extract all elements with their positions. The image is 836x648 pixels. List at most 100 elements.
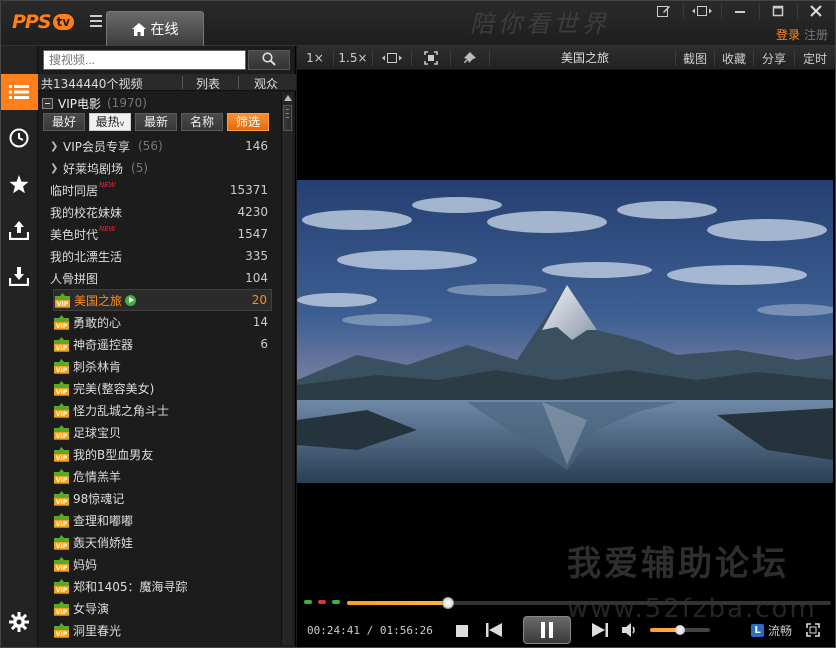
- fullscreen-icon[interactable]: [805, 622, 821, 638]
- item-title: 美国之旅: [74, 293, 123, 308]
- logo-tv: tv: [52, 14, 75, 30]
- list-icon[interactable]: [0, 74, 38, 110]
- progress-handle[interactable]: [441, 597, 454, 609]
- volume-icon[interactable]: [622, 623, 638, 637]
- stop-icon[interactable]: [455, 624, 469, 638]
- maximize-icon[interactable]: [760, 0, 796, 22]
- item-title: 我的校花妹妹: [50, 205, 123, 220]
- skin-edit-icon[interactable]: [646, 0, 682, 22]
- previous-icon[interactable]: [485, 623, 503, 637]
- list-item[interactable]: VIP 妈妈: [53, 553, 272, 575]
- sort-best-button[interactable]: 最好: [43, 113, 85, 131]
- screenshot-button[interactable]: 截图: [676, 46, 714, 70]
- share-button[interactable]: 分享: [754, 46, 794, 70]
- scroll-up-icon[interactable]: [284, 95, 292, 101]
- list-group[interactable]: ❯ VIP会员专享 (56) 146: [50, 135, 272, 157]
- pps-logo[interactable]: PPS tv: [12, 10, 75, 34]
- vip-badge-icon: VIP: [53, 534, 70, 550]
- list-item[interactable]: VIP 危情羔羊: [53, 465, 272, 487]
- list-item[interactable]: VIP 轰天俏娇娃: [53, 531, 272, 553]
- playlist-panel: 共1344440个视频 列表 观众 VIP电影 (1970) 最好 最热v 最新…: [38, 46, 296, 648]
- next-icon[interactable]: [591, 623, 609, 637]
- status-dots: [304, 600, 346, 604]
- sort-hot-button[interactable]: 最热v: [89, 113, 131, 131]
- new-badge: NEW: [99, 181, 116, 189]
- list-item[interactable]: VIP 查理和嘟嘟: [53, 509, 272, 531]
- search-button[interactable]: [248, 50, 290, 70]
- list-item[interactable]: VIP 刺杀林肯: [53, 355, 272, 377]
- list-item[interactable]: VIP 怪力乱城之角斗士: [53, 399, 272, 421]
- list-item[interactable]: VIP 女导演: [53, 597, 272, 619]
- favorite-button[interactable]: 收藏: [715, 46, 753, 70]
- download-icon[interactable]: [0, 258, 38, 294]
- search-input[interactable]: [43, 50, 246, 70]
- main-menu-icon[interactable]: [90, 15, 102, 27]
- tab-online-label: 在线: [150, 22, 179, 38]
- item-title: 轰天俏娇娃: [73, 535, 134, 550]
- speed-1x-button[interactable]: 1×: [297, 46, 333, 70]
- mini-mode-icon[interactable]: [684, 0, 720, 22]
- volume-handle[interactable]: [675, 625, 685, 635]
- quality-badge: L: [751, 624, 764, 637]
- playlist-scrollbar[interactable]: [281, 93, 293, 645]
- register-link[interactable]: 注册: [804, 26, 828, 43]
- list-item[interactable]: 美色时代 NEW 1547: [50, 223, 272, 245]
- list-group[interactable]: ❯ 好莱坞剧场 (5): [50, 157, 272, 179]
- list-item[interactable]: 我的校花妹妹 4230: [50, 201, 272, 223]
- list-item[interactable]: VIP 完美(整容美女): [53, 377, 272, 399]
- speed-1-5x-button[interactable]: 1.5×: [334, 46, 372, 70]
- pause-button[interactable]: [523, 616, 571, 644]
- tab-online[interactable]: 在线: [106, 11, 204, 46]
- settings-gear-icon[interactable]: [0, 604, 38, 640]
- list-item[interactable]: 人骨拼图 104: [50, 267, 272, 289]
- sort-name-button[interactable]: 名称: [181, 113, 223, 131]
- list-item[interactable]: VIP 神奇遥控器 6: [53, 333, 272, 355]
- item-title: 完美(整容美女): [73, 381, 155, 396]
- video-player: 1× 1.5× 美国之旅 截图 收藏 分享 定时 我爱辅助论坛 www.52fz…: [297, 46, 836, 648]
- history-clock-icon[interactable]: [0, 120, 38, 156]
- minimize-icon[interactable]: [722, 0, 758, 22]
- vip-badge-icon: VIP: [53, 424, 70, 440]
- login-link[interactable]: 登录: [776, 26, 800, 43]
- volume-slider[interactable]: [650, 625, 710, 635]
- pin-on-top-icon[interactable]: [451, 46, 489, 70]
- progress-bar[interactable]: [347, 597, 831, 609]
- collapse-icon[interactable]: [42, 97, 53, 109]
- filter-button[interactable]: 筛选: [227, 113, 269, 131]
- item-title: 危情羔羊: [73, 469, 122, 484]
- category-header[interactable]: VIP电影 (1970): [42, 95, 147, 111]
- item-viewers: 104: [245, 271, 268, 285]
- timer-button[interactable]: 定时: [795, 46, 835, 70]
- aspect-ratio-icon[interactable]: [373, 46, 411, 70]
- svg-text:VIP: VIP: [56, 631, 68, 638]
- list-item[interactable]: VIP 郑和1405：魔海寻踪: [53, 575, 272, 597]
- video-frame[interactable]: [297, 180, 833, 483]
- list-item[interactable]: 临时同居 NEW 15371: [50, 179, 272, 201]
- pause-icon: [540, 622, 554, 638]
- sort-newest-button[interactable]: 最新: [135, 113, 177, 131]
- svg-text:VIP: VIP: [56, 587, 68, 594]
- list-item[interactable]: VIP 足球宝贝: [53, 421, 272, 443]
- chevron-right-icon: ❯: [50, 162, 59, 174]
- viewer-column-header[interactable]: 观众: [254, 75, 278, 92]
- quality-selector[interactable]: L 流畅: [751, 622, 792, 639]
- scroll-thumb[interactable]: [283, 105, 292, 131]
- upload-icon[interactable]: [0, 212, 38, 248]
- chevron-down-icon: v: [119, 119, 125, 128]
- item-title: 刺杀林肯: [73, 359, 122, 374]
- favorites-star-icon[interactable]: [0, 166, 38, 202]
- svg-text:VIP: VIP: [56, 499, 68, 506]
- fullscreen-frame-icon[interactable]: [412, 46, 450, 70]
- list-item[interactable]: VIP 勇敢的心 14: [53, 311, 272, 333]
- svg-text:VIP: VIP: [56, 323, 68, 330]
- list-column-header[interactable]: 列表: [196, 75, 220, 92]
- list-item[interactable]: VIP 我的B型血男友: [53, 443, 272, 465]
- list-item[interactable]: 我的北漂生活 335: [50, 245, 272, 267]
- list-item[interactable]: VIP 洞里春光: [53, 619, 272, 641]
- item-title: 怪力乱城之角斗士: [73, 403, 170, 418]
- current-time: 00:24:41: [307, 624, 360, 637]
- vip-badge-icon: VIP: [54, 292, 71, 308]
- list-item-current[interactable]: VIP 美国之旅 20: [53, 289, 272, 311]
- close-icon[interactable]: [798, 0, 834, 22]
- list-item[interactable]: VIP 98惊魂记: [53, 487, 272, 509]
